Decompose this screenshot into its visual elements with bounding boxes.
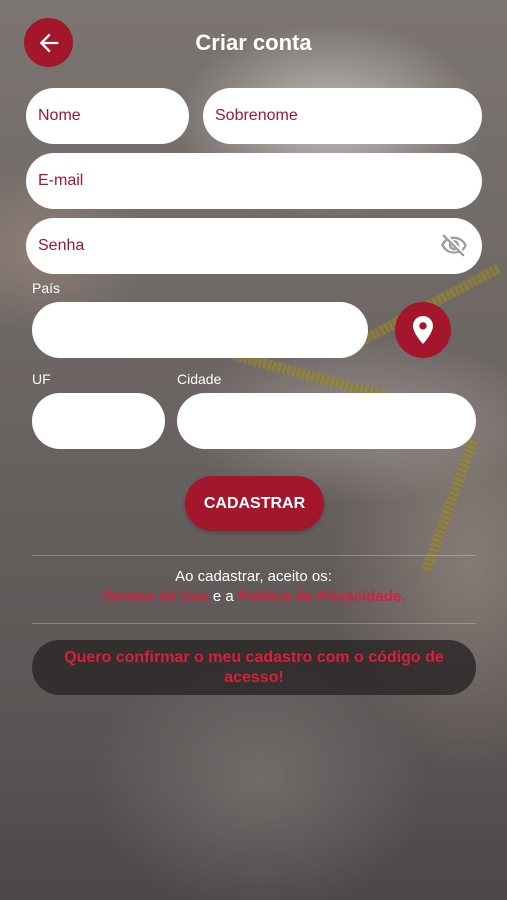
country-field[interactable] <box>32 302 368 358</box>
last-name-input[interactable] <box>203 88 482 144</box>
eye-off-icon[interactable] <box>440 232 468 260</box>
city-input[interactable] <box>177 393 476 449</box>
register-button[interactable]: CADASTRAR <box>185 476 324 531</box>
state-input[interactable] <box>32 393 165 449</box>
terms-prefix: Ao cadastrar, aceito os: <box>175 568 332 585</box>
last-name-field[interactable] <box>203 88 482 144</box>
location-button[interactable] <box>395 302 451 358</box>
email-input[interactable] <box>26 153 482 209</box>
country-label: País <box>32 280 61 296</box>
city-label: Cidade <box>177 371 222 387</box>
state-label: UF <box>32 371 51 387</box>
state-field[interactable] <box>32 393 165 449</box>
city-field[interactable] <box>177 393 476 449</box>
first-name-input[interactable] <box>26 88 189 144</box>
terms-conjunction: e a <box>212 588 234 605</box>
map-pin-icon <box>413 316 433 344</box>
terms-text: Ao cadastrar, aceito os: Termos de Uso e… <box>0 567 507 607</box>
first-name-field[interactable] <box>26 88 189 144</box>
password-field[interactable] <box>26 218 482 274</box>
page-title: Criar conta <box>195 30 312 55</box>
divider <box>32 555 476 556</box>
email-field[interactable] <box>26 153 482 209</box>
terms-of-use-link[interactable]: Termos de Uso <box>101 588 208 605</box>
privacy-policy-link[interactable]: Política de Privacidade. <box>238 588 406 605</box>
country-input[interactable] <box>32 302 368 358</box>
password-input[interactable] <box>26 218 482 274</box>
divider <box>32 623 476 624</box>
confirm-with-code-button[interactable]: Quero confirmar o meu cadastro com o cód… <box>32 640 476 695</box>
